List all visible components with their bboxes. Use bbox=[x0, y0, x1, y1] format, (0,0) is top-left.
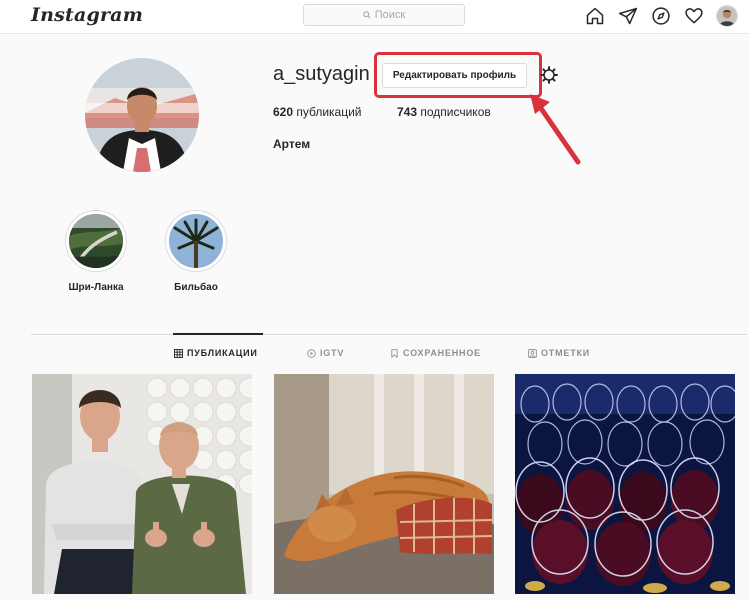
grid-icon bbox=[174, 348, 183, 358]
followers-stat[interactable]: 743 подписчиков bbox=[397, 105, 491, 119]
highlight-label: Бильбао bbox=[174, 282, 218, 293]
post-thumbnail[interactable] bbox=[274, 374, 494, 594]
instagram-logo[interactable]: Instagram bbox=[31, 4, 143, 26]
posts-label: публикаций bbox=[296, 105, 362, 119]
tabs-divider bbox=[31, 334, 747, 335]
home-icon[interactable] bbox=[584, 6, 605, 27]
edit-profile-button[interactable]: Редактировать профиль bbox=[382, 63, 527, 88]
profile-tabs: ПУБЛИКАЦИИ IGTV СОХРАНЕННОЕ ОТМЕТКИ bbox=[0, 348, 749, 362]
tagged-icon bbox=[528, 348, 537, 358]
tab-posts[interactable]: ПУБЛИКАЦИИ bbox=[174, 348, 258, 358]
highlight-label: Шри-Ланка bbox=[68, 282, 124, 293]
tab-label: IGTV bbox=[320, 348, 345, 358]
posts-stat: 620 публикаций bbox=[273, 105, 397, 119]
tab-igtv[interactable]: IGTV bbox=[307, 348, 344, 358]
story-highlight[interactable]: Бильбао bbox=[161, 210, 231, 293]
igtv-icon bbox=[307, 348, 316, 358]
post-thumbnail[interactable] bbox=[32, 374, 252, 594]
followers-count: 743 bbox=[397, 105, 418, 119]
posts-count: 620 bbox=[273, 105, 294, 119]
profile-avatar-icon[interactable] bbox=[716, 5, 738, 27]
followers-label: подписчиков bbox=[420, 105, 491, 119]
tab-label: СОХРАНЕННОЕ bbox=[403, 348, 481, 358]
tab-tagged[interactable]: ОТМЕТКИ bbox=[528, 348, 590, 358]
activity-heart-icon[interactable] bbox=[683, 6, 704, 27]
profile-username: a_sutyagin bbox=[273, 63, 370, 85]
direct-icon[interactable] bbox=[617, 6, 638, 27]
highlight-cover-image bbox=[169, 214, 223, 268]
post-thumbnail[interactable] bbox=[515, 374, 735, 594]
active-tab-indicator bbox=[173, 333, 263, 335]
bookmark-icon bbox=[391, 348, 398, 358]
tab-label: ПУБЛИКАЦИИ bbox=[187, 348, 258, 358]
story-highlight[interactable]: Шри-Ланка bbox=[61, 210, 131, 293]
search-icon bbox=[363, 11, 371, 19]
explore-icon[interactable] bbox=[650, 6, 671, 27]
tab-saved[interactable]: СОХРАНЕННОЕ bbox=[390, 348, 481, 358]
tab-label: ОТМЕТКИ bbox=[541, 348, 591, 358]
annotation-arrow-icon bbox=[530, 94, 581, 165]
profile-photo[interactable] bbox=[85, 58, 199, 172]
settings-gear-icon[interactable] bbox=[539, 65, 559, 85]
top-navigation-bar: Instagram Поиск bbox=[0, 0, 749, 34]
profile-stats: 620 публикаций 743 подписчиков bbox=[273, 105, 491, 119]
search-placeholder: Поиск bbox=[374, 9, 406, 21]
profile-full-name: Артем bbox=[273, 137, 311, 151]
search-input[interactable]: Поиск bbox=[303, 4, 465, 26]
highlight-cover-image bbox=[69, 214, 123, 268]
